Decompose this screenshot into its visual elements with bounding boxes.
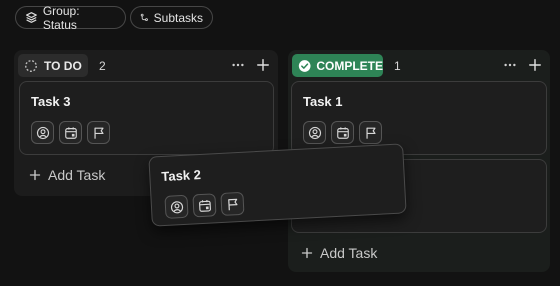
more-icon[interactable] <box>503 58 517 72</box>
task-count: 1 <box>394 59 401 73</box>
add-task-label: Add Task <box>320 245 378 261</box>
priority-button[interactable] <box>87 121 110 144</box>
subtasks-icon <box>140 13 148 22</box>
priority-button[interactable] <box>220 191 245 216</box>
calendar-icon <box>198 199 211 212</box>
task-title: Task 3 <box>31 94 71 109</box>
plus-icon[interactable] <box>256 58 270 72</box>
subtasks-button[interactable]: Subtasks <box>130 6 213 29</box>
plus-icon <box>29 169 41 181</box>
add-task-button[interactable]: Add Task <box>29 167 105 183</box>
task-title: Task 1 <box>303 94 343 109</box>
task-count: 2 <box>99 59 106 73</box>
task-card[interactable]: Task 3 <box>19 81 274 155</box>
subtasks-label: Subtasks <box>153 10 203 25</box>
assignee-icon <box>36 126 49 139</box>
layers-icon <box>26 12 37 23</box>
flag-icon <box>227 198 237 210</box>
assignee-button[interactable] <box>164 194 189 219</box>
dragging-task-card[interactable]: Task 2 <box>148 143 407 227</box>
assignee-button[interactable] <box>303 121 326 144</box>
calendar-icon <box>336 126 349 139</box>
due-date-button[interactable] <box>192 193 217 218</box>
flag-icon <box>365 127 376 139</box>
check-circle-icon <box>298 59 311 72</box>
status-label: COMPLETE <box>316 58 383 73</box>
group-by-button[interactable]: Group: Status <box>15 3 126 32</box>
more-icon[interactable] <box>231 58 245 72</box>
status-badge-complete[interactable]: COMPLETE <box>292 54 383 77</box>
circle-dashed-icon <box>25 59 37 72</box>
group-by-label: Group: Status <box>42 3 80 32</box>
flag-icon <box>93 127 104 139</box>
assignee-icon <box>170 200 183 213</box>
due-date-button[interactable] <box>59 121 82 144</box>
task-title: Task 2 <box>161 167 202 185</box>
priority-button[interactable] <box>359 121 382 144</box>
add-task-button[interactable]: Add Task <box>301 245 377 261</box>
assignee-icon <box>308 126 321 139</box>
status-label: TO DO <box>44 58 82 73</box>
assignee-button[interactable] <box>31 121 54 144</box>
add-task-label: Add Task <box>48 167 106 183</box>
status-badge-todo[interactable]: TO DO <box>18 54 88 77</box>
plus-icon[interactable] <box>528 58 542 72</box>
plus-icon <box>301 247 313 259</box>
task-card[interactable]: Task 1 <box>291 81 547 155</box>
calendar-icon <box>64 126 77 139</box>
due-date-button[interactable] <box>331 121 354 144</box>
